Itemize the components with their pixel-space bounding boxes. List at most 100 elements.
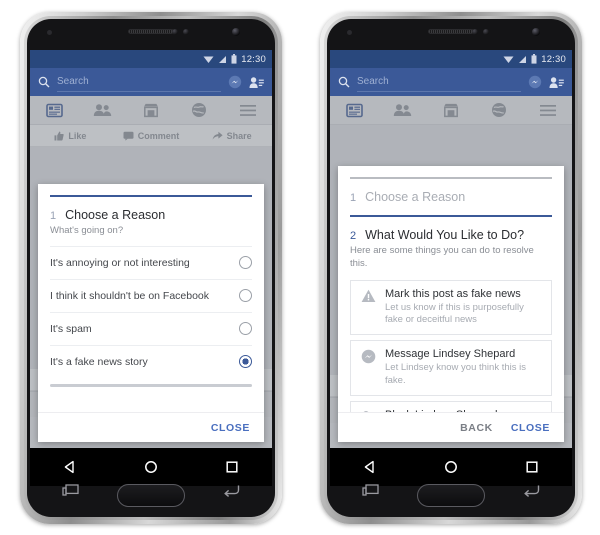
nav-home-button-2[interactable] bbox=[411, 460, 492, 474]
phone-left: 12:30 Search Like Comment Share 1 Choose… bbox=[20, 12, 282, 524]
reason-label-3: It's a fake news story bbox=[50, 355, 148, 368]
signal-icon bbox=[518, 55, 527, 64]
action-card-list: Mark this post as fake news Let us know … bbox=[350, 279, 552, 412]
friend-requests-icon[interactable] bbox=[249, 76, 264, 89]
step-indicator-rule-active-2 bbox=[350, 215, 552, 217]
reason-radio-1[interactable] bbox=[239, 289, 252, 303]
action-card-mark-fake-news[interactable]: Mark this post as fake news Let us know … bbox=[350, 279, 552, 336]
step1-header-collapsed[interactable]: 1 Choose a Reason bbox=[350, 190, 552, 204]
search-input-2[interactable]: Search bbox=[357, 73, 521, 92]
messenger-icon[interactable] bbox=[228, 75, 242, 89]
triangle-back-icon bbox=[365, 460, 375, 474]
square-recents-icon bbox=[226, 461, 238, 473]
step2-title: What Would You Like to Do? bbox=[365, 228, 525, 242]
home-button-2[interactable] bbox=[417, 484, 485, 507]
led-indicator-icon bbox=[47, 30, 52, 35]
reason-option-1[interactable]: I think it shouldn't be on Facebook bbox=[50, 278, 252, 312]
reason-option-3[interactable]: It's a fake news story bbox=[50, 344, 252, 378]
phone-screen-right: 12:30 Search 1 Choose a Reason 2 What Wo… bbox=[330, 50, 572, 448]
reason-option-list: It's annoying or not interesting I think… bbox=[50, 245, 252, 378]
back-button[interactable]: BACK bbox=[460, 422, 493, 434]
step1-title: Choose a Reason bbox=[65, 208, 166, 222]
light-sensor-icon bbox=[183, 29, 189, 35]
reason-label-0: It's annoying or not interesting bbox=[50, 256, 190, 269]
android-nav-bar bbox=[30, 448, 272, 486]
search-placeholder: Search bbox=[57, 76, 89, 87]
card-title-0: Mark this post as fake news bbox=[385, 287, 521, 300]
step1-subtitle: What's going on? bbox=[50, 225, 124, 236]
step-indicator-rule-done bbox=[350, 177, 552, 179]
close-button[interactable]: CLOSE bbox=[211, 422, 250, 434]
search-placeholder-2: Search bbox=[357, 76, 389, 87]
search-icon[interactable] bbox=[338, 76, 350, 88]
nav-back-button-2[interactable] bbox=[330, 460, 411, 474]
light-sensor-icon-2 bbox=[483, 29, 489, 35]
android-nav-bar-2 bbox=[330, 448, 572, 486]
proximity-sensor-icon-2 bbox=[472, 29, 478, 35]
phone-right: 12:30 Search 1 Choose a Reason 2 What Wo… bbox=[320, 12, 582, 524]
step-indicator-rule-active bbox=[50, 195, 252, 197]
friend-requests-icon[interactable] bbox=[549, 76, 564, 89]
step1-number: 1 bbox=[50, 210, 57, 222]
home-button[interactable] bbox=[117, 484, 185, 507]
step1-number-collapsed: 1 bbox=[350, 192, 357, 204]
search-icon[interactable] bbox=[38, 76, 50, 88]
nav-back-button[interactable] bbox=[30, 460, 111, 474]
circle-home-icon bbox=[145, 461, 157, 473]
dialog-footer: CLOSE bbox=[38, 412, 264, 442]
triangle-back-icon bbox=[65, 460, 75, 474]
card-title-1: Message Lindsey Shepard bbox=[385, 348, 516, 361]
front-camera-icon bbox=[232, 28, 240, 36]
reason-option-0[interactable]: It's annoying or not interesting bbox=[50, 245, 252, 279]
nav-recents-button[interactable] bbox=[191, 460, 272, 474]
reason-label-1: I think it shouldn't be on Facebook bbox=[50, 289, 210, 302]
action-card-block-user[interactable]: Block Lindsey Shepard You won't be able … bbox=[350, 400, 552, 412]
reason-radio-3[interactable] bbox=[239, 355, 252, 369]
recent-apps-icon[interactable] bbox=[62, 484, 79, 502]
status-bar-clock-2: 12:30 bbox=[541, 53, 566, 65]
card-sub-0: Let us know if this is purposefully fake… bbox=[385, 301, 524, 326]
proximity-sensor-icon bbox=[172, 29, 178, 35]
screenshot-stage: 12:30 Search Like Comment Share 1 Choose… bbox=[0, 0, 600, 535]
battery-icon bbox=[231, 54, 237, 64]
close-button-2[interactable]: CLOSE bbox=[511, 422, 550, 434]
news-feed-right: Like Comment Share Jeff Smith bbox=[330, 96, 572, 448]
news-feed-left: Like Comment Share Like bbox=[30, 96, 272, 448]
messenger-icon[interactable] bbox=[528, 75, 542, 89]
signal-icon bbox=[218, 55, 227, 64]
scroll-indicator[interactable] bbox=[50, 383, 252, 387]
step2-subtitle: Here are some things you can do to resol… bbox=[350, 245, 534, 269]
android-status-bar: 12:30 bbox=[30, 50, 272, 68]
dialog-body-2: 1 Choose a Reason 2 What Would You Like … bbox=[338, 166, 564, 412]
nav-home-button[interactable] bbox=[111, 460, 192, 474]
recent-apps-icon-2[interactable] bbox=[362, 484, 379, 502]
warning-triangle-icon bbox=[359, 288, 377, 303]
dialog-footer-2: BACK CLOSE bbox=[338, 412, 564, 442]
step1-title-collapsed: Choose a Reason bbox=[365, 190, 466, 204]
front-camera-icon-2 bbox=[532, 28, 540, 36]
earpiece-speaker-2 bbox=[428, 29, 474, 34]
reason-radio-2[interactable] bbox=[239, 322, 252, 336]
facebook-top-bar: Search bbox=[30, 68, 272, 96]
earpiece-speaker bbox=[128, 29, 174, 34]
nav-recents-button-2[interactable] bbox=[491, 460, 572, 474]
circle-home-icon bbox=[445, 461, 457, 473]
battery-icon bbox=[531, 54, 537, 64]
square-recents-icon bbox=[526, 461, 538, 473]
action-card-message-user[interactable]: Message Lindsey Shepard Let Lindsey know… bbox=[350, 340, 552, 396]
search-input[interactable]: Search bbox=[57, 73, 221, 92]
back-arrow-icon-2[interactable] bbox=[523, 484, 540, 502]
status-bar-clock: 12:30 bbox=[241, 53, 266, 65]
wifi-icon bbox=[203, 55, 214, 64]
phone-screen-left: 12:30 Search Like Comment Share 1 Choose… bbox=[30, 50, 272, 448]
wifi-icon bbox=[503, 55, 514, 64]
messenger-icon bbox=[359, 348, 377, 364]
card-sub-1: Let Lindsey know you think this is fake. bbox=[385, 362, 526, 387]
reason-label-2: It's spam bbox=[50, 322, 92, 335]
reason-radio-0[interactable] bbox=[239, 256, 252, 270]
step1-header: 1 Choose a Reason bbox=[50, 208, 252, 222]
back-arrow-icon[interactable] bbox=[223, 484, 240, 502]
dialog-body: 1 Choose a Reason What's going on? It's … bbox=[38, 184, 264, 412]
report-dialog-step1: 1 Choose a Reason What's going on? It's … bbox=[38, 184, 264, 442]
reason-option-2[interactable]: It's spam bbox=[50, 311, 252, 345]
